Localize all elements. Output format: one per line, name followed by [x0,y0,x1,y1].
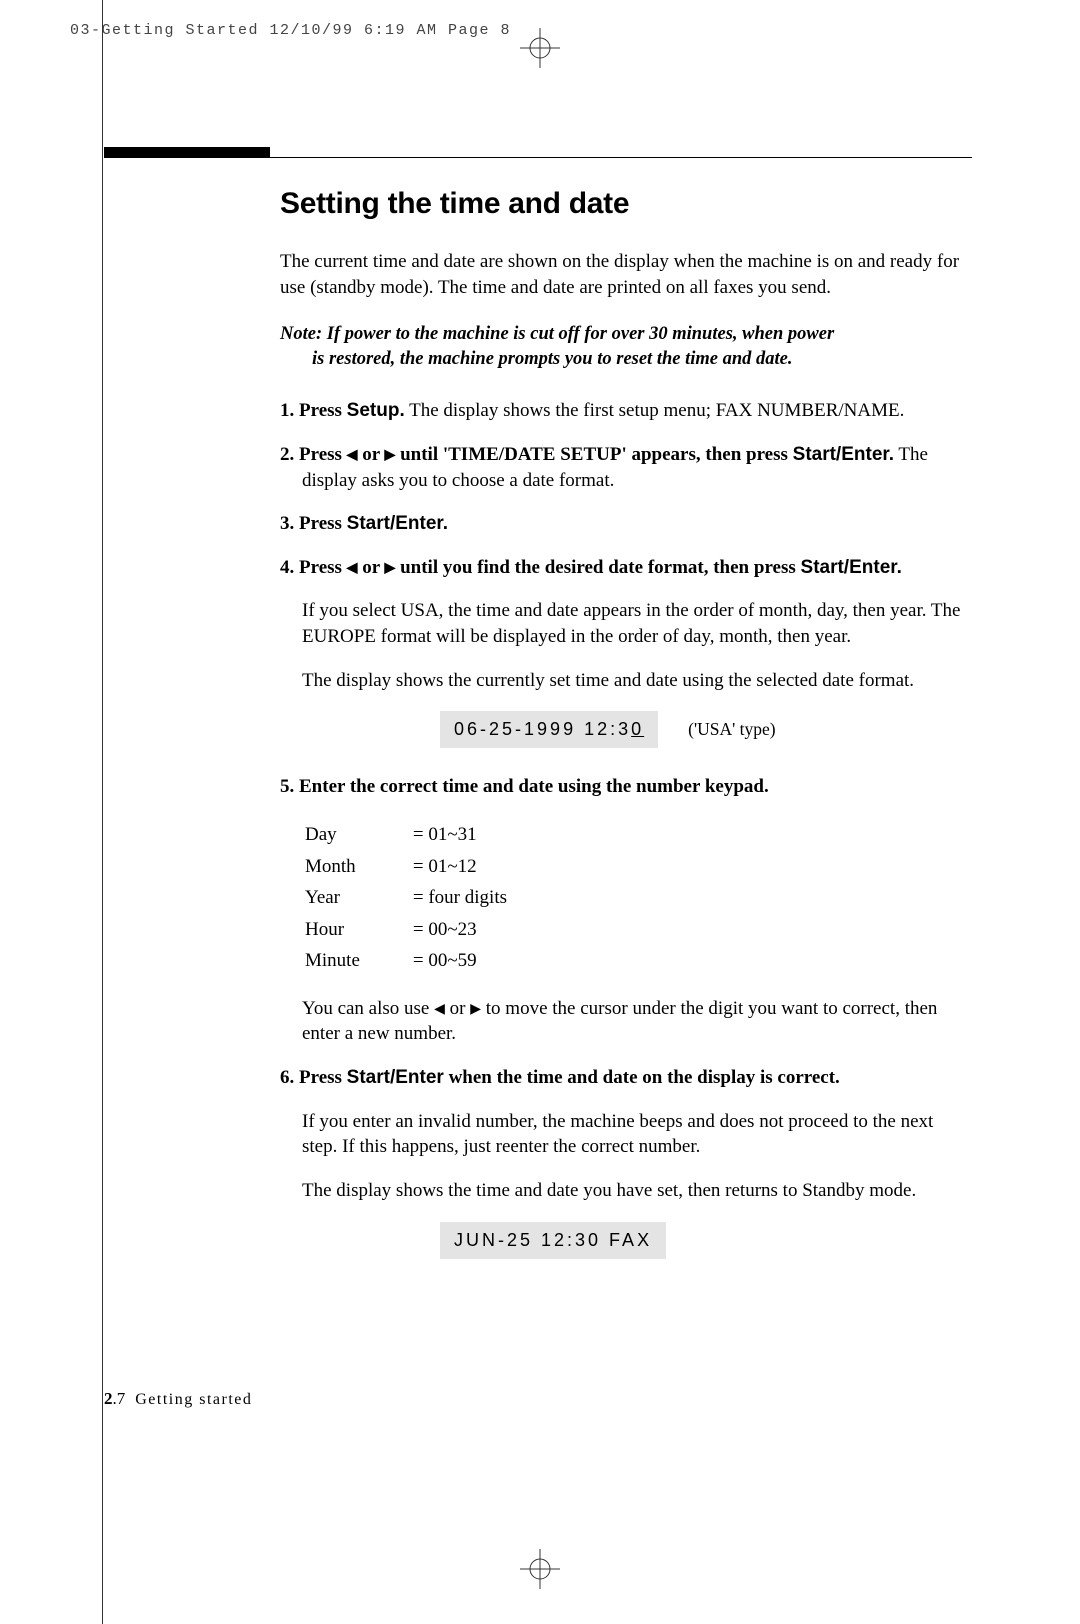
lcd-display-2: JUN-25 12:30 FAX [440,1222,666,1259]
range-hour-label: Hour [304,915,410,945]
start-enter-label-3: Start/Enter. [347,513,448,534]
range-year-label: Year [304,883,410,913]
intro-paragraph: The current time and date are shown on t… [280,249,972,300]
registration-mark-bottom [520,1549,560,1589]
section-heading: Setting the time and date [280,187,972,221]
step-4: 4. Press ◀ or ▶ until you find the desir… [280,555,972,581]
header-rule [104,157,972,158]
start-enter-label: Start/Enter. [793,444,894,465]
step3-prefix: 3. Press [280,513,347,534]
chapter-number: 2 [104,1389,113,1408]
step5-body: You can also use ◀ or ▶ to move the curs… [302,996,972,1047]
range-minute-value: = 00~59 [412,946,557,976]
step6-body1: If you enter an invalid number, the mach… [302,1109,972,1160]
step2-mid: or [357,444,384,465]
range-month-label: Month [304,852,410,882]
lcd-display-2-row: JUN-25 12:30 FAX [280,1222,972,1259]
right-arrow-icon: ▶ [385,561,396,576]
right-arrow-icon: ▶ [470,1002,481,1017]
lcd-display-1-row: 06-25-1999 12:30 ('USA' type) [280,711,972,748]
lcd1-type-label: ('USA' type) [688,719,775,739]
step4-body2: The display shows the currently set time… [302,668,972,694]
range-day-label: Day [304,820,410,850]
step4-body1: If you select USA, the time and date app… [302,598,972,649]
page-sub: .7 [113,1389,126,1408]
left-margin-rule [102,0,103,1624]
left-arrow-icon: ◀ [347,448,358,463]
step1-rest: The display shows the first setup menu; … [405,400,905,421]
step-2: 2. Press ◀ or ▶ until 'TIME/DATE SETUP' … [280,442,972,493]
page-footer: 2.7 Getting started [104,1389,252,1409]
range-year-value: = four digits [412,883,557,913]
step-3: 3. Press Start/Enter. [280,511,972,537]
step6-after: when the time and date on the display is… [444,1067,840,1088]
range-month-value: = 01~12 [412,852,557,882]
step4-mid: or [357,557,384,578]
step2-after: until 'TIME/DATE SETUP' appears, then pr… [395,444,792,465]
header-bar-thick [104,147,270,157]
step6-body2: The display shows the time and date you … [302,1178,972,1204]
right-arrow-icon: ▶ [385,448,396,463]
step-6: 6. Press Start/Enter when the time and d… [280,1065,972,1091]
note-line1: Note: If power to the machine is cut off… [280,324,834,344]
step5-body-mid: or [445,998,470,1019]
page-content: Setting the time and date The current ti… [280,175,972,1271]
left-arrow-icon: ◀ [434,1002,445,1017]
step4-prefix: 4. Press [280,557,347,578]
crop-mark-header: 03-Getting Started 12/10/99 6:19 AM Page… [70,22,511,39]
range-hour-value: = 00~23 [412,915,557,945]
step4-after: until you find the desired date format, … [395,557,800,578]
step1-prefix: 1. Press [280,400,347,421]
setup-button-label: Setup. [347,400,405,421]
step-1: 1. Press Setup. The display shows the fi… [280,398,972,424]
lcd-display-1: 06-25-1999 12:30 [440,711,658,748]
footer-label: Getting started [135,1391,252,1408]
range-day-value: = 01~31 [412,820,557,850]
start-enter-label-6: Start/Enter [347,1067,444,1088]
step-5: 5. Enter the correct time and date using… [280,774,972,800]
note-paragraph: Note: If power to the machine is cut off… [280,322,972,372]
step2-prefix: 2. Press [280,444,347,465]
value-ranges-table: Day= 01~31 Month= 01~12 Year= four digit… [302,818,559,978]
lcd1-main: 06-25-1999 12:3 [454,719,631,739]
note-line2: is restored, the machine prompts you to … [280,347,972,372]
step5-body-a: You can also use [302,998,434,1019]
step6-prefix: 6. Press [280,1067,347,1088]
left-arrow-icon: ◀ [347,561,358,576]
range-minute-label: Minute [304,946,410,976]
registration-mark-top [520,28,560,68]
start-enter-label-4: Start/Enter. [801,557,902,578]
lcd1-cursor-digit: 0 [631,719,644,739]
